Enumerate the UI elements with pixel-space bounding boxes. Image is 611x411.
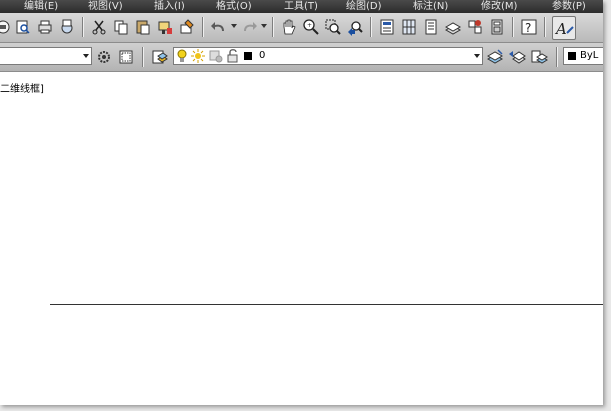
menu-modify[interactable]: 修改(M) <box>481 0 517 13</box>
block-editor-icon[interactable] <box>178 18 196 36</box>
color-swatch-icon <box>244 52 252 60</box>
match-properties-icon[interactable] <box>156 18 174 36</box>
paste-icon[interactable] <box>134 18 152 36</box>
redo-dropdown-icon[interactable] <box>261 24 267 28</box>
chevron-down-icon <box>474 54 480 58</box>
toolbar-separator <box>556 47 558 67</box>
menu-insert[interactable]: 插入(I) <box>154 0 185 13</box>
sun-icon <box>191 49 205 63</box>
customize-icon[interactable] <box>117 48 135 66</box>
menu-bar: 编辑(E) 视图(V) 插入(I) 格式(O) 工具(T) 绘图(D) 标注(N… <box>0 0 603 13</box>
drawn-line[interactable] <box>50 304 603 305</box>
zoom-previous-icon[interactable] <box>346 18 364 36</box>
menu-dimension[interactable]: 标注(N) <box>413 0 448 13</box>
preview-icon[interactable] <box>14 18 32 36</box>
lock-icon <box>227 49 239 63</box>
menu-draw[interactable]: 绘图(D) <box>346 0 382 13</box>
toolbar-separator <box>202 17 204 37</box>
make-current-layer-icon[interactable] <box>486 48 504 66</box>
zoom-window-icon[interactable] <box>324 18 342 36</box>
menu-edit[interactable]: 编辑(E) <box>24 0 58 13</box>
workspace-settings-icon[interactable] <box>95 48 113 66</box>
markup-icon[interactable] <box>466 18 484 36</box>
calculator-icon[interactable] <box>488 18 506 36</box>
sheet-set-icon[interactable] <box>444 18 462 36</box>
viewport-style-label[interactable]: 二维线框] <box>0 80 44 95</box>
color-combo-value: ByL <box>580 50 599 61</box>
workspace-combo[interactable] <box>0 47 92 65</box>
cut-icon[interactable] <box>90 18 108 36</box>
color-swatch-icon <box>568 52 576 60</box>
layer-manager-icon[interactable] <box>150 48 168 66</box>
publish-icon[interactable] <box>58 18 76 36</box>
design-center-icon[interactable] <box>400 18 418 36</box>
pan-icon[interactable] <box>280 18 298 36</box>
help-icon[interactable]: ? <box>520 18 538 36</box>
standard-toolbar: + ? A <box>0 13 603 43</box>
undo-icon[interactable] <box>210 18 228 36</box>
freeze-viewport-icon <box>209 49 223 63</box>
undo-dropdown-icon[interactable] <box>231 24 237 28</box>
toolbar-separator <box>370 17 372 37</box>
zoom-realtime-icon[interactable]: + <box>302 18 320 36</box>
layer-combo-value: 0 <box>259 50 266 61</box>
menu-view[interactable]: 视图(V) <box>88 0 123 13</box>
open-icon[interactable] <box>0 18 12 36</box>
layer-previous-icon[interactable] <box>508 48 526 66</box>
toolbar-separator <box>82 17 84 37</box>
lightbulb-icon <box>177 49 187 63</box>
menu-format[interactable]: 格式(O) <box>216 0 252 13</box>
menu-tools[interactable]: 工具(T) <box>284 0 318 13</box>
color-combo[interactable]: ByL <box>563 47 603 65</box>
svg-text:+: + <box>307 22 312 29</box>
application-window: 编辑(E) 视图(V) 插入(I) 格式(O) 工具(T) 绘图(D) 标注(N… <box>0 0 603 405</box>
layer-states-icon[interactable] <box>530 48 548 66</box>
toolbar-separator <box>544 17 546 37</box>
text-style-icon[interactable]: A <box>552 16 576 40</box>
layer-combo[interactable]: 0 <box>173 47 483 65</box>
chevron-down-icon <box>83 54 89 58</box>
toolbar-separator <box>142 47 144 67</box>
properties-icon[interactable] <box>378 18 396 36</box>
layers-toolbar: 0 ByL <box>0 43 603 72</box>
toolbar-separator <box>512 17 514 37</box>
tool-palettes-icon[interactable] <box>422 18 440 36</box>
plot-icon[interactable] <box>36 18 54 36</box>
copy-icon[interactable] <box>112 18 130 36</box>
drawing-canvas[interactable]: 二维线框] <box>0 72 603 405</box>
svg-text:?: ? <box>525 21 531 35</box>
redo-icon[interactable] <box>240 18 258 36</box>
menu-parametric[interactable]: 参数(P) <box>552 0 586 13</box>
svg-text:A: A <box>554 20 567 38</box>
toolbar-separator <box>272 17 274 37</box>
